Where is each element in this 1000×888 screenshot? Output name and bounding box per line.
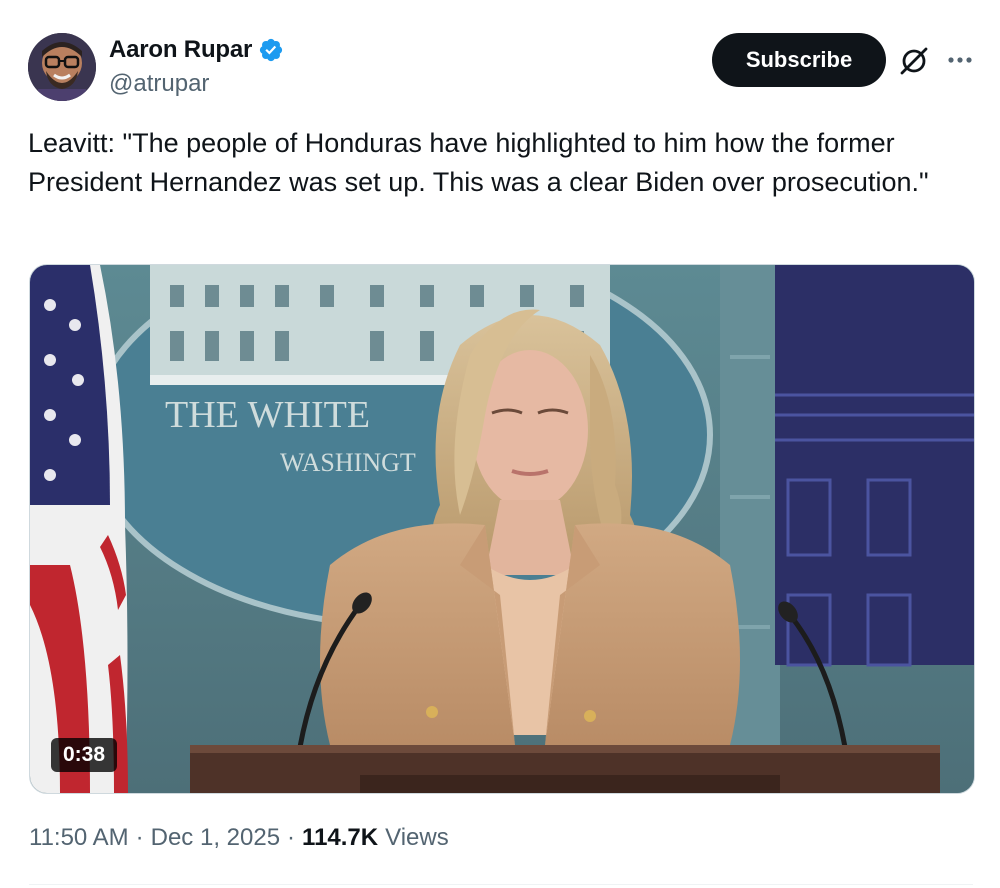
- views-count: 114.7K: [302, 824, 379, 851]
- backdrop-sign-line2: WASHINGT: [280, 448, 416, 477]
- tweet-time[interactable]: 11:50 AM: [29, 824, 129, 852]
- views-label: Views: [385, 824, 449, 851]
- more-options-icon[interactable]: [944, 48, 976, 72]
- author-name-row[interactable]: Aaron Rupar: [109, 36, 284, 64]
- backdrop-sign-line1: THE WHITE: [165, 394, 370, 436]
- author-handle[interactable]: @atrupar: [109, 70, 209, 98]
- video-duration-badge: 0:38: [51, 738, 118, 772]
- tweet-card: Aaron Rupar @atrupar Subscribe Leavitt: …: [0, 0, 1000, 888]
- subscribe-button[interactable]: Subscribe: [712, 33, 886, 87]
- verified-badge-icon: [260, 38, 283, 62]
- author-display-name[interactable]: Aaron Rupar: [109, 36, 252, 64]
- video-player[interactable]: THE WHITE WASHINGT: [29, 264, 975, 794]
- meta-separator: ·: [135, 824, 144, 851]
- grok-icon[interactable]: [898, 45, 930, 77]
- tweet-meta: 11:50 AM · Dec 1, 2025 · 114.7K Views: [29, 824, 449, 852]
- meta-separator: ·: [287, 824, 296, 851]
- video-thumbnail: THE WHITE WASHINGT: [30, 265, 974, 793]
- avatar[interactable]: [28, 33, 96, 101]
- divider: [29, 884, 973, 885]
- tweet-text: Leavitt: "The people of Honduras have hi…: [28, 128, 929, 197]
- avatar-photo: [28, 33, 96, 101]
- tweet-date[interactable]: Dec 1, 2025: [151, 824, 280, 852]
